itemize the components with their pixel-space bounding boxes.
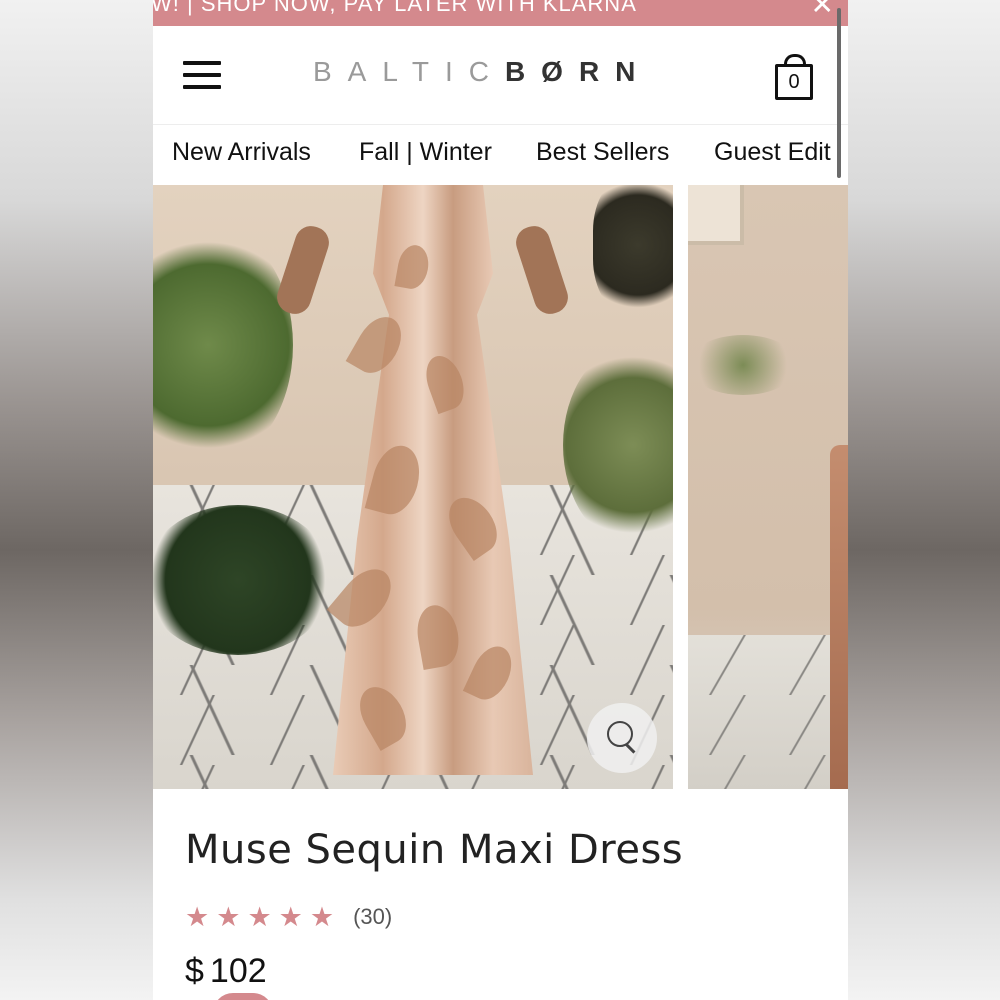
magnifier-icon xyxy=(607,721,633,747)
star-icon: ★ xyxy=(216,902,241,932)
product-title: Muse Sequin Maxi Dress xyxy=(185,827,684,873)
star-icon: ★ xyxy=(309,902,335,932)
star-icon: ★ xyxy=(247,902,272,932)
review-count[interactable]: (30) xyxy=(353,904,392,930)
star-icon: ★ xyxy=(185,902,210,932)
nav-item-fall-winter[interactable]: Fall | Winter xyxy=(359,138,492,167)
mobile-page: W! | SHOP NOW, PAY LATER WITH KLARNA ✕ B… xyxy=(153,0,848,1000)
product-image-next[interactable] xyxy=(688,185,848,789)
shopping-bag-icon[interactable]: 0 xyxy=(775,54,813,100)
price-currency: $ xyxy=(185,952,204,990)
site-header: BALTICBØRN 0 xyxy=(153,26,848,125)
price-value: 102 xyxy=(209,952,267,990)
backdrop-left xyxy=(0,0,153,1000)
close-icon[interactable]: ✕ xyxy=(811,0,834,21)
logo-text-light: BALTIC xyxy=(313,56,505,87)
product-price: $102 xyxy=(185,952,267,991)
product-image-main[interactable] xyxy=(153,185,673,789)
product-info: Muse Sequin Maxi Dress ★ ★ ★ ★ ★ (30) $1… xyxy=(153,789,848,1000)
cart-count: 0 xyxy=(788,70,800,93)
scrollbar[interactable] xyxy=(837,8,841,178)
nav-item-guest-edit[interactable]: Guest Edit xyxy=(714,138,831,167)
logo-text-dark: BØRN xyxy=(504,56,652,87)
promo-text: W! | SHOP NOW, PAY LATER WITH KLARNA xyxy=(153,0,637,16)
rating-stars[interactable]: ★ ★ ★ ★ ★ (30) xyxy=(185,902,392,932)
backdrop-right xyxy=(848,0,1000,1000)
zoom-button[interactable] xyxy=(587,703,657,773)
nav-item-best-sellers[interactable]: Best Sellers xyxy=(536,138,669,167)
nav-item-new-arrivals[interactable]: New Arrivals xyxy=(172,138,311,167)
hamburger-icon[interactable] xyxy=(183,61,221,89)
product-image-carousel[interactable] xyxy=(153,185,848,789)
category-nav: New Arrivals Fall | Winter Best Sellers … xyxy=(153,125,848,185)
promo-banner[interactable]: W! | SHOP NOW, PAY LATER WITH KLARNA ✕ xyxy=(153,0,848,26)
star-icon: ★ xyxy=(278,902,303,932)
brand-logo[interactable]: BALTICBØRN xyxy=(313,56,651,88)
swatch-partial[interactable] xyxy=(213,993,273,1000)
